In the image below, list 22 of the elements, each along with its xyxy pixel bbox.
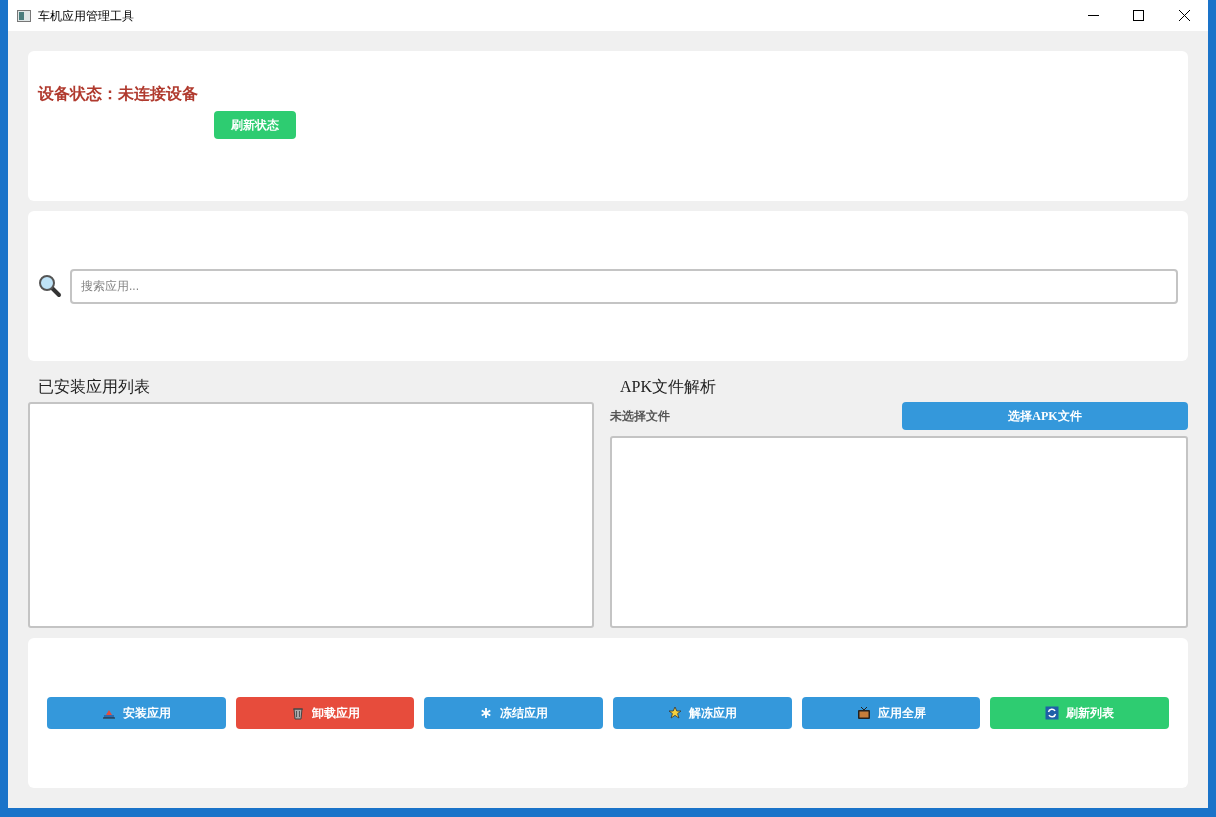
trash-icon [290,706,305,720]
action-button[interactable]: 解冻应用 [613,697,792,729]
window-title: 车机应用管理工具 [38,7,134,25]
close-icon[interactable] [1179,10,1190,21]
section-title: 已安装应用列表 [37,376,151,397]
action-button[interactable]: 刷新列表 [990,697,1170,729]
section-title: APK文件解析 [619,376,717,397]
action-button[interactable]: 安装应用 [47,697,226,729]
search-field[interactable]: 搜索应用... [70,268,1178,304]
search-icon [38,274,62,298]
file-status-text: 未选择文件 [610,408,670,425]
tv-icon [856,706,871,720]
app-icon [17,9,31,22]
device-status-text: 设备状态：未连接设备 [38,84,199,104]
action-button[interactable]: 冻结应用 [424,697,603,729]
refresh-status-button[interactable]: 刷新状态 [214,111,296,139]
refresh-icon [1045,706,1060,720]
action-button[interactable]: 应用全屏 [801,697,981,729]
select-apk-button[interactable]: 选择APK文件 [902,402,1188,430]
action-button[interactable]: 卸载应用 [235,697,415,729]
star-icon [667,706,682,720]
maximize-icon[interactable] [1133,10,1144,21]
